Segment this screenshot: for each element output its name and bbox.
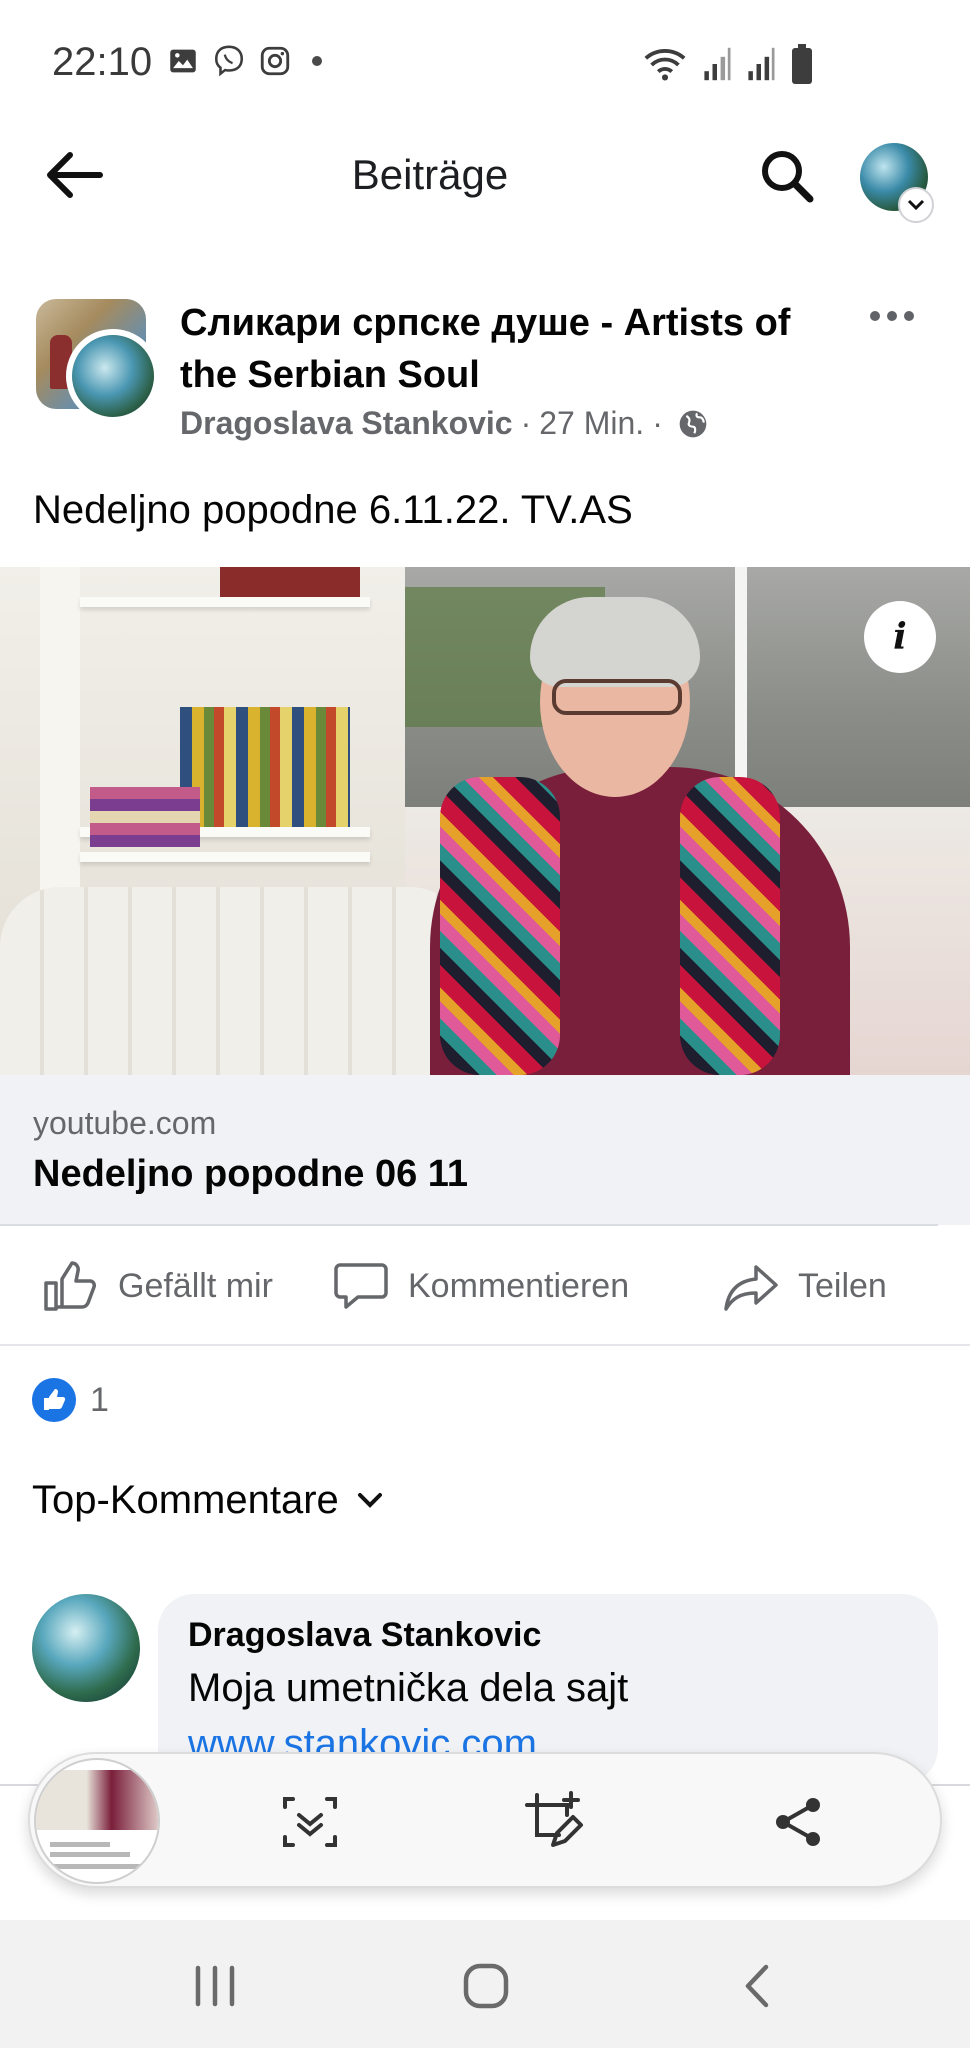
share-label: Teilen <box>798 1266 887 1305</box>
post-header: Сликари српске душе - Artists of the Ser… <box>0 285 970 455</box>
chevron-down-icon[interactable] <box>898 187 934 223</box>
screenshot-toolbar <box>28 1752 942 1888</box>
comment-button[interactable]: Kommentieren <box>332 1256 629 1316</box>
post-meta: Dragoslava Stankovic · 27 Min. · <box>180 405 709 442</box>
post-actions: Gefällt mir Kommentieren Teilen <box>0 1226 970 1346</box>
app-bar: Beiträge <box>0 125 970 225</box>
more-options-button[interactable] <box>870 301 926 331</box>
info-button[interactable]: i <box>864 601 936 673</box>
instagram-icon <box>260 46 290 76</box>
status-time: 22:10 <box>52 40 153 84</box>
notification-dot <box>312 56 322 66</box>
comment-text: Moja umetnička dela sajt <box>188 1666 629 1710</box>
gallery-icon <box>170 49 196 73</box>
status-icons-right <box>642 44 814 84</box>
group-name[interactable]: Сликари српске душе - Artists of the Ser… <box>180 297 820 401</box>
like-label: Gefällt mir <box>118 1266 273 1305</box>
link-domain: youtube.com <box>33 1105 217 1141</box>
divider <box>0 1344 970 1346</box>
viber-icon <box>214 45 244 77</box>
page-title: Beiträge <box>351 151 509 198</box>
like-reaction-icon <box>32 1378 76 1422</box>
home-button[interactable] <box>456 1956 516 2016</box>
share-arrow-icon <box>724 1265 778 1311</box>
signal-icon <box>748 47 775 81</box>
link-preview-image[interactable] <box>0 567 970 1075</box>
meta-separator: · <box>652 405 663 441</box>
scroll-capture-icon <box>283 1797 337 1847</box>
comment-label: Kommentieren <box>408 1266 630 1305</box>
comments-filter-label: Top-Kommentare <box>32 1478 339 1522</box>
chevron-down-icon <box>357 1492 382 1508</box>
recents-button[interactable] <box>185 1956 245 2016</box>
comment-author[interactable]: Dragoslava Stankovic <box>188 1616 541 1655</box>
comments-filter[interactable]: Top-Kommentare <box>32 1478 385 1523</box>
signal-icon <box>704 47 731 81</box>
reaction-count: 1 <box>90 1380 109 1419</box>
edit-crop-button[interactable] <box>514 1782 594 1862</box>
battery-icon <box>792 44 812 84</box>
back-nav-button[interactable] <box>728 1956 788 2016</box>
back-icon <box>745 1964 769 2008</box>
status-icons-left <box>166 44 322 78</box>
wifi-icon <box>644 49 686 81</box>
share-button-toolbar[interactable] <box>758 1782 838 1862</box>
post-author[interactable]: Dragoslava Stankovic <box>180 405 513 442</box>
like-button[interactable]: Gefällt mir <box>42 1256 273 1316</box>
meta-separator: · <box>520 405 532 441</box>
home-icon <box>463 1963 509 2009</box>
edit-crop-icon <box>525 1791 583 1847</box>
screenshot-thumbnail[interactable] <box>34 1758 160 1884</box>
share-icon <box>776 1798 820 1846</box>
system-nav-bar <box>0 1920 970 2048</box>
scroll-capture-button[interactable] <box>270 1782 350 1862</box>
comment-avatar[interactable] <box>32 1594 140 1702</box>
post-text: Nedeljno popodne 6.11.22. TV.AS <box>33 488 633 532</box>
recents-icon <box>195 1965 235 2007</box>
share-button[interactable]: Teilen <box>722 1256 887 1316</box>
comment-icon <box>334 1263 388 1309</box>
link-preview-meta[interactable]: youtube.com Nedeljno popodne 06 11 <box>0 1075 970 1225</box>
post-time[interactable]: 27 Min. <box>539 405 644 442</box>
globe-icon <box>679 410 707 437</box>
reactions-summary[interactable]: 1 <box>32 1378 109 1422</box>
author-avatar[interactable] <box>66 329 160 423</box>
status-bar: 22:10 <box>0 0 970 125</box>
link-title: Nedeljno popodne 06 11 <box>33 1153 468 1195</box>
search-button[interactable] <box>756 145 818 207</box>
thumbs-up-icon <box>44 1261 96 1311</box>
search-icon <box>762 151 814 203</box>
